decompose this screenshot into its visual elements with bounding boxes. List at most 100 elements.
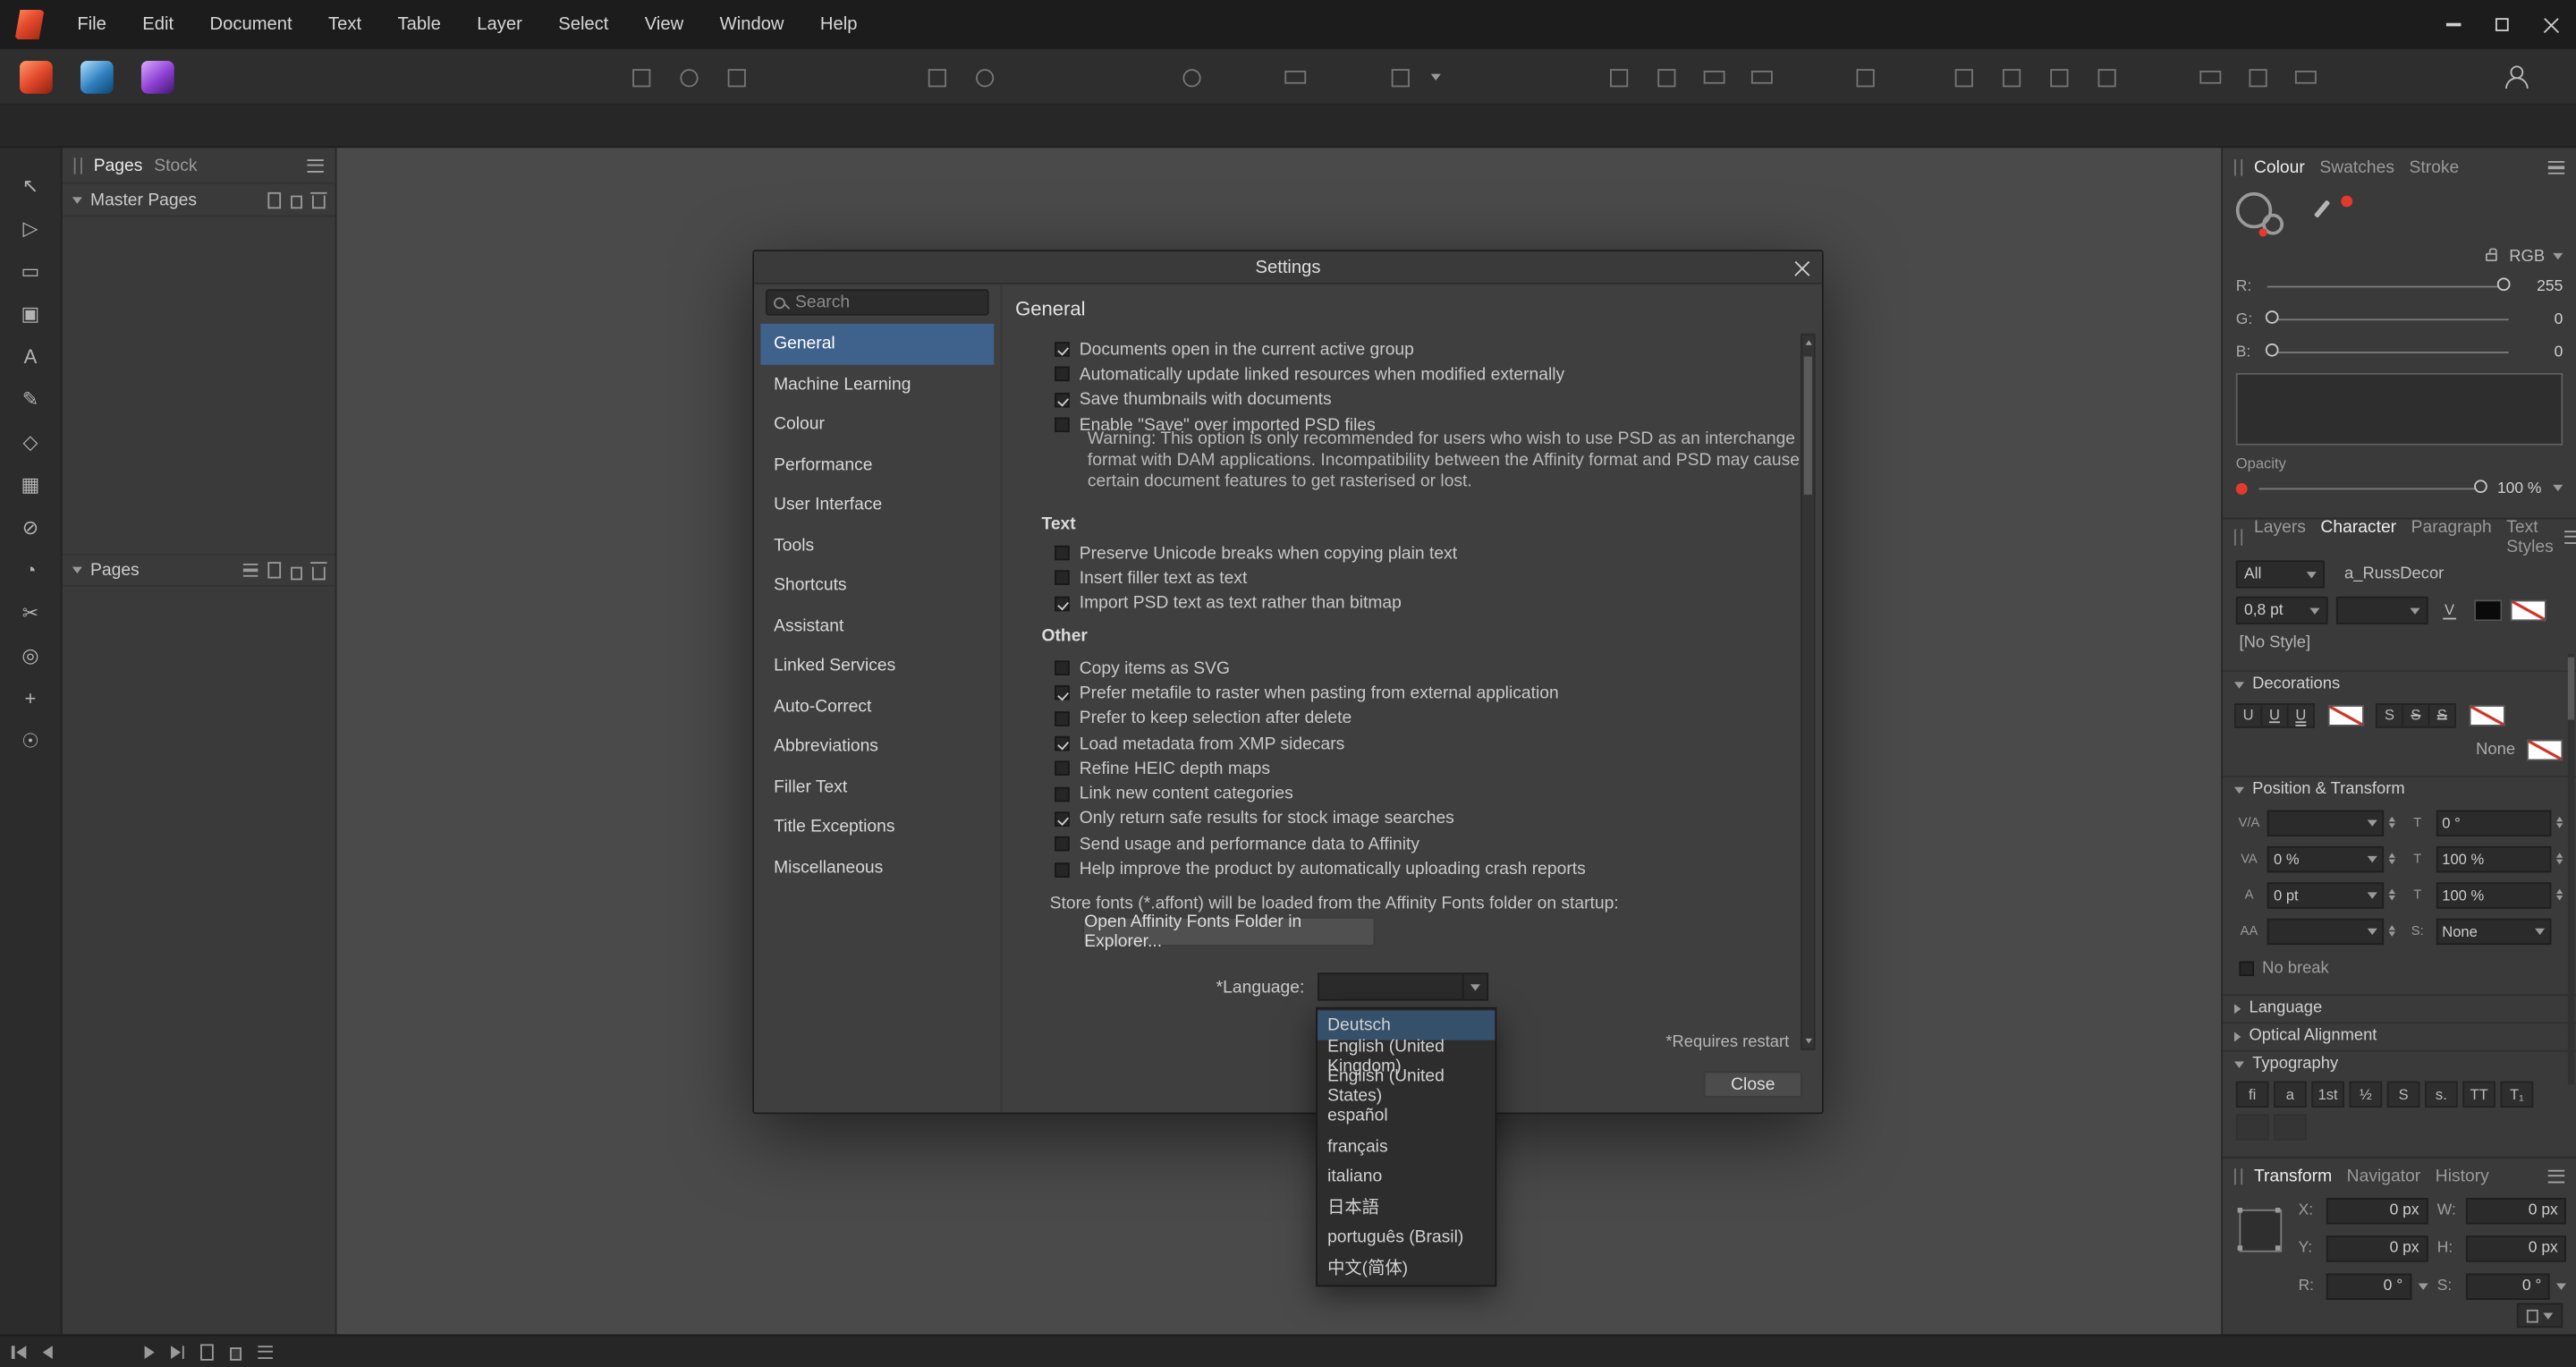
- menu-item[interactable]: File: [59, 0, 124, 49]
- character-attribute-field[interactable]: A 0 pt: [2236, 880, 2394, 908]
- slider-knob[interactable]: [2266, 310, 2279, 324]
- font-style-dropdown[interactable]: [2336, 597, 2428, 624]
- colour-slider[interactable]: B: 0: [2223, 337, 2576, 367]
- menu-item[interactable]: View: [627, 0, 702, 49]
- search-input[interactable]: [792, 291, 980, 314]
- typography-button[interactable]: ½: [2350, 1082, 2383, 1108]
- settings-search[interactable]: [766, 289, 989, 315]
- toolbar-button[interactable]: [1848, 61, 1881, 94]
- transform-field[interactable]: X: 0 px: [2299, 1196, 2428, 1224]
- language-option[interactable]: English (United States): [1318, 1071, 1495, 1101]
- tool-icon[interactable]: +: [0, 677, 61, 720]
- checkbox[interactable]: [1055, 596, 1070, 611]
- tool-icon[interactable]: ✂: [0, 591, 61, 634]
- pages-list-icon[interactable]: [258, 1345, 274, 1358]
- settings-category[interactable]: Title Exceptions: [760, 807, 994, 847]
- toolbar-button[interactable]: [1174, 61, 1208, 94]
- panel-tab[interactable]: Text Styles: [2506, 517, 2554, 556]
- eyedropper-icon[interactable]: [2314, 200, 2330, 217]
- toolbar-button[interactable]: [2042, 61, 2075, 94]
- toolbar-button[interactable]: [624, 61, 657, 94]
- settings-option-row[interactable]: Insert filler text as text: [1002, 565, 1795, 590]
- decorations-section-header[interactable]: Decorations: [2223, 670, 2576, 693]
- checkbox[interactable]: [1055, 686, 1070, 701]
- panel-tab[interactable]: History: [2436, 1166, 2489, 1185]
- character-attribute-field[interactable]: AA: [2236, 917, 2394, 945]
- panel-tab[interactable]: Stroke: [2410, 157, 2460, 177]
- checkbox[interactable]: [1055, 546, 1070, 561]
- view-mode-icon[interactable]: [243, 564, 258, 577]
- checkbox[interactable]: [1055, 392, 1070, 407]
- settings-option-row[interactable]: Only return safe results for stock image…: [1002, 806, 1795, 831]
- checkbox[interactable]: [1055, 811, 1070, 827]
- transform-field[interactable]: Y: 0 px: [2299, 1234, 2428, 1261]
- menu-item[interactable]: Help: [802, 0, 876, 49]
- settings-option-row[interactable]: Save thumbnails with documents: [1002, 387, 1795, 412]
- menu-item[interactable]: Edit: [124, 0, 191, 49]
- chevron-down-icon[interactable]: [2418, 1283, 2428, 1289]
- typography-section-header[interactable]: Typography: [2223, 1050, 2576, 1074]
- tab-stock[interactable]: Stock: [154, 156, 197, 175]
- close-dialog-button[interactable]: Close: [1704, 1072, 1802, 1098]
- character-attribute-field[interactable]: T 100 %: [2404, 880, 2563, 908]
- transform-field[interactable]: W: 0 px: [2437, 1196, 2566, 1224]
- pages-row[interactable]: Pages: [63, 554, 335, 587]
- settings-category[interactable]: Tools: [760, 525, 994, 565]
- checkbox[interactable]: [1055, 761, 1070, 777]
- settings-category[interactable]: General: [760, 324, 994, 364]
- character-attribute-field[interactable]: T 100 %: [2404, 845, 2563, 872]
- settings-category[interactable]: Auto-Correct: [760, 686, 994, 726]
- menu-item[interactable]: Text: [310, 0, 379, 49]
- minimize-button[interactable]: [2428, 0, 2478, 49]
- tool-icon[interactable]: ▣: [0, 293, 61, 335]
- checkbox[interactable]: [1055, 786, 1070, 802]
- scrollbar-thumb[interactable]: [2568, 658, 2574, 720]
- maximize-button[interactable]: [2478, 0, 2527, 49]
- character-attribute-field[interactable]: T 0 °: [2404, 809, 2563, 836]
- transform-field[interactable]: H: 0 px: [2437, 1234, 2566, 1261]
- settings-option-row[interactable]: Load metadata from XMP sidecars: [1002, 731, 1795, 756]
- delete-page-icon[interactable]: [312, 196, 326, 209]
- checkbox[interactable]: [1055, 862, 1070, 877]
- panel-menu-icon[interactable]: [307, 158, 323, 172]
- typography-button[interactable]: 1st: [2311, 1082, 2344, 1108]
- strikethrough-button[interactable]: S: [2428, 702, 2456, 727]
- settings-option-row[interactable]: Import PSD text as text rather than bitm…: [1002, 590, 1795, 616]
- transform-field[interactable]: S: 0 °: [2437, 1272, 2566, 1300]
- panel-menu-icon[interactable]: [2548, 1169, 2564, 1183]
- panel-menu-icon[interactable]: [2548, 161, 2564, 174]
- menu-item[interactable]: Window: [701, 0, 801, 49]
- no-colour-swatch[interactable]: [2511, 599, 2546, 621]
- position-transform-section-header[interactable]: Position & Transform: [2223, 776, 2576, 799]
- duplicate-page-icon[interactable]: [291, 566, 302, 580]
- panel-tab[interactable]: Character: [2320, 517, 2396, 556]
- toolbar-button[interactable]: [2193, 61, 2226, 94]
- tool-icon[interactable]: ◎: [0, 634, 61, 677]
- slider-knob[interactable]: [2266, 344, 2279, 357]
- tool-icon[interactable]: ⊘: [0, 506, 61, 549]
- language-option[interactable]: français: [1318, 1132, 1495, 1162]
- settings-scrollbar[interactable]: [1801, 334, 1816, 1050]
- photo-persona-icon[interactable]: [141, 60, 174, 93]
- chevron-down-icon[interactable]: [2556, 1283, 2566, 1289]
- panel-tab[interactable]: Navigator: [2347, 1166, 2421, 1185]
- toolbar-button[interactable]: [920, 61, 953, 94]
- toolbar-button[interactable]: [1278, 61, 1311, 94]
- colour-preview-box[interactable]: [2236, 373, 2563, 446]
- text-style-label[interactable]: [No Style]: [2239, 634, 2559, 658]
- stepper[interactable]: [2388, 888, 2394, 901]
- font-collection-dropdown[interactable]: All: [2236, 560, 2325, 588]
- panel-tab[interactable]: Colour: [2254, 157, 2305, 177]
- underline-button[interactable]: U: [2234, 702, 2262, 727]
- checkbox[interactable]: [1055, 736, 1070, 751]
- slider-value[interactable]: 0: [2521, 310, 2563, 327]
- tool-icon[interactable]: ☉: [0, 719, 61, 762]
- decoration-colour-swatch[interactable]: [2527, 740, 2563, 761]
- slider-knob[interactable]: [2497, 277, 2511, 291]
- chevron-down-icon[interactable]: [2553, 485, 2563, 491]
- panel-tab[interactable]: Layers: [2254, 517, 2306, 556]
- no-break-checkbox[interactable]: [2239, 961, 2254, 976]
- checkbox[interactable]: [1055, 342, 1070, 357]
- character-attribute-field[interactable]: V/A: [2236, 809, 2394, 836]
- language-dropdown[interactable]: [1318, 972, 1488, 1000]
